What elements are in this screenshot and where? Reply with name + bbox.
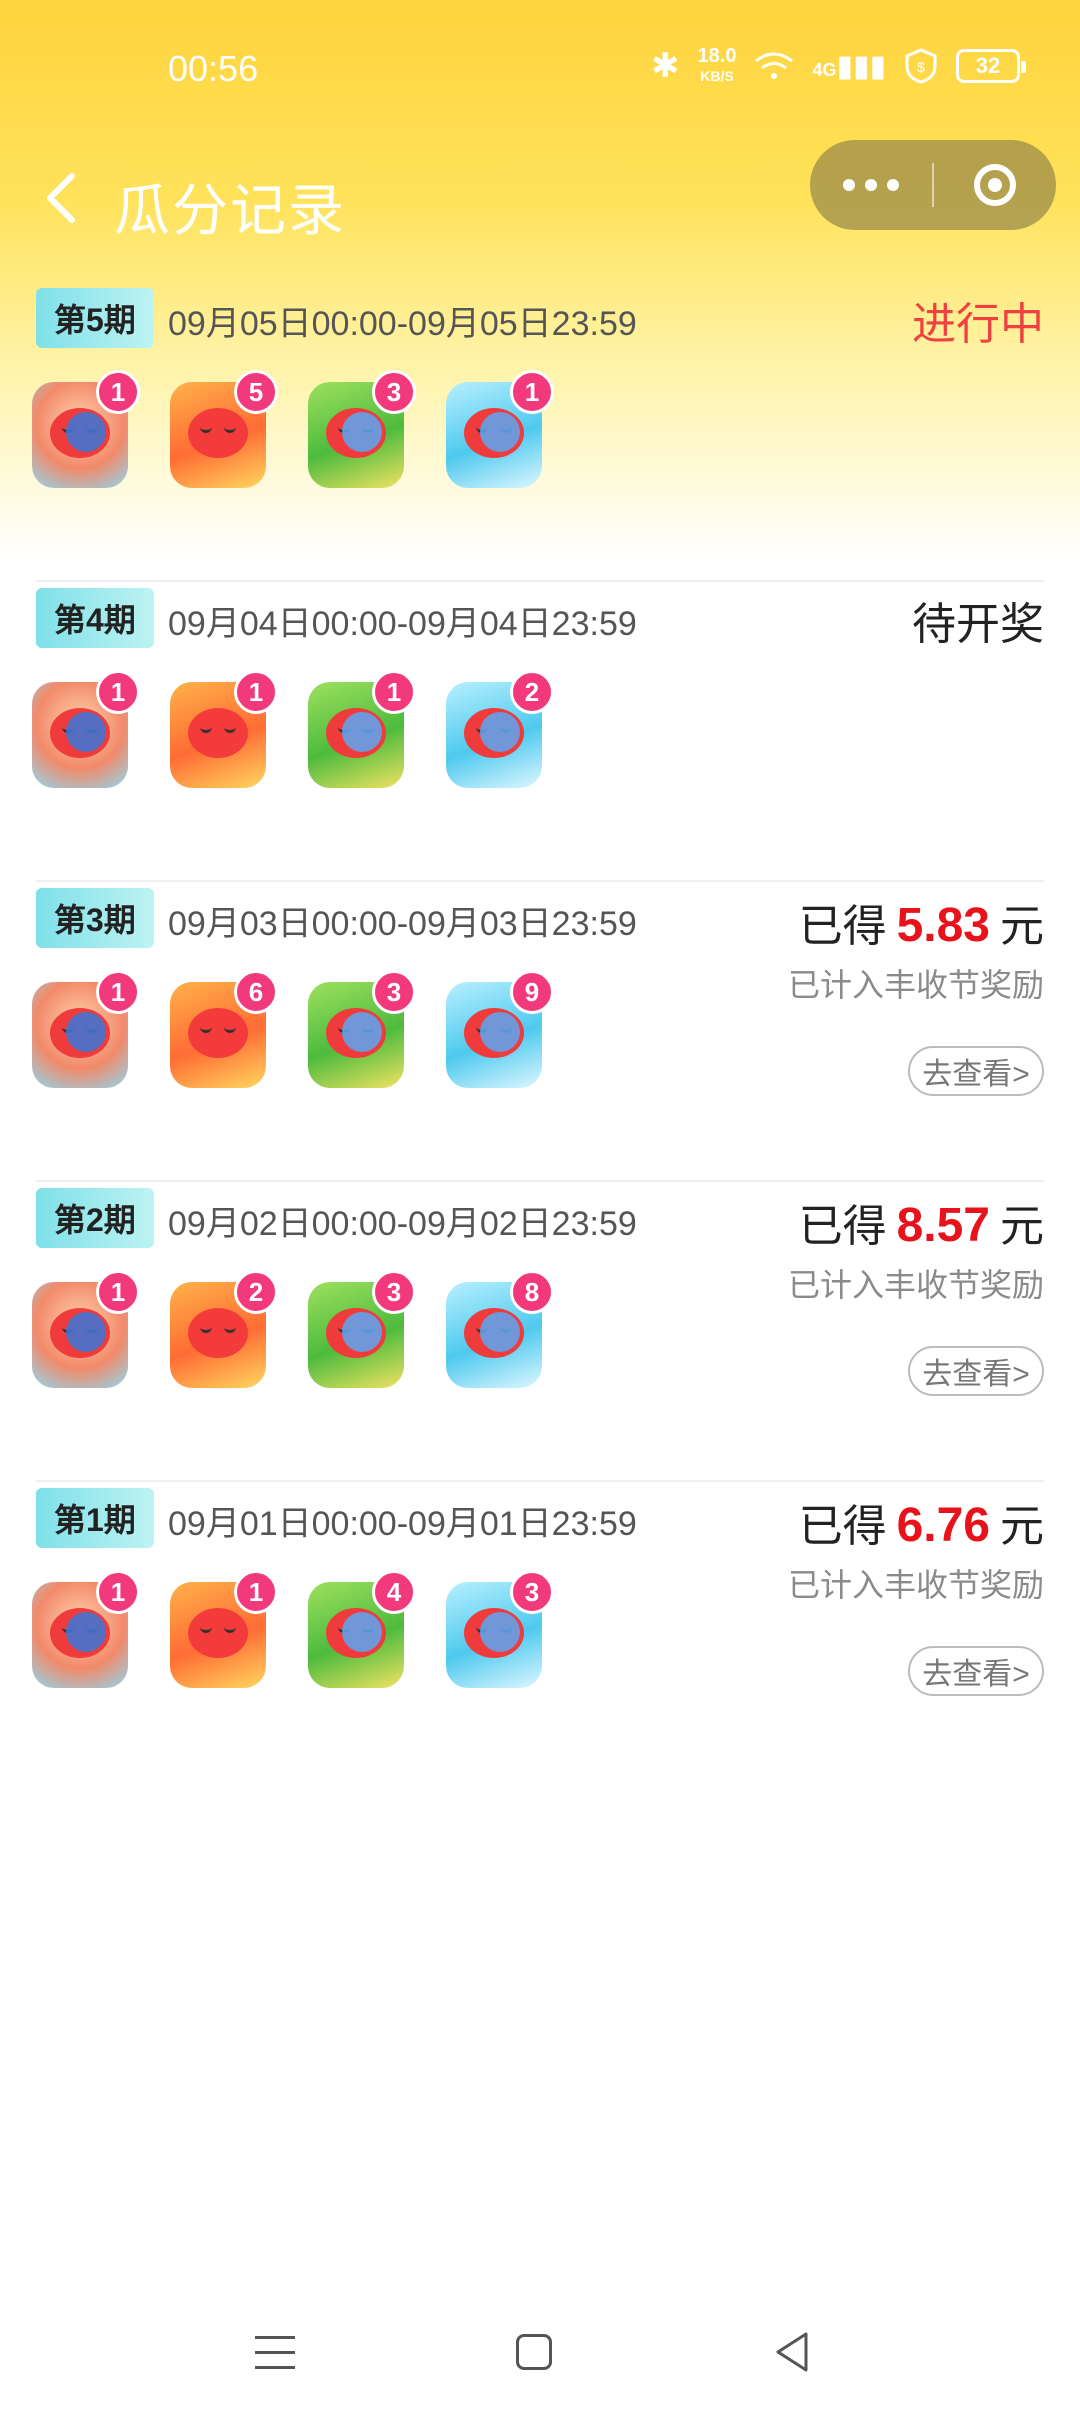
chevron-left-icon[interactable]	[34, 158, 94, 238]
amount-value: 5.83	[896, 899, 990, 952]
osmanthus-bean-icon: 1	[304, 670, 416, 792]
network-speed: 18.0 KB/S	[697, 45, 737, 84]
bean-count: 3	[372, 1270, 416, 1314]
rice-bean-icon: 1	[28, 970, 140, 1092]
menu-icon[interactable]	[255, 2336, 295, 2370]
bean-count: 8	[510, 1270, 554, 1314]
shield-icon: $	[905, 48, 937, 84]
reward-note: 已计入丰收节奖励	[787, 1267, 1044, 1303]
close-target-icon[interactable]	[934, 140, 1056, 230]
period-range: 09月04日00:00-09月04日23:59	[168, 605, 637, 643]
signal-icon: 4G▮▮▮	[812, 49, 886, 83]
period-range: 09月01日00:00-09月01日23:59	[168, 1505, 637, 1543]
system-nav-bar	[0, 2300, 1080, 2412]
rain-bean-icon: 8	[442, 1270, 554, 1392]
status-bar: 00:56 ✱ 18.0 KB/S 4G▮▮▮ $ 32	[0, 0, 1080, 140]
earned-amount: 已得 6.76 元	[798, 1499, 1044, 1552]
orange-bean-icon: 5	[166, 370, 278, 492]
bluetooth-icon: ✱	[651, 47, 680, 85]
bean-count: 1	[510, 370, 554, 414]
osmanthus-bean-icon: 3	[304, 970, 416, 1092]
back-triangle-icon[interactable]	[772, 2330, 812, 2374]
rice-bean-icon: 1	[28, 1270, 140, 1392]
orange-bean-icon: 1	[166, 670, 278, 792]
bean-count: 1	[234, 670, 278, 714]
orange-bean-icon: 2	[166, 1270, 278, 1392]
status-pending: 待开奖	[912, 600, 1044, 649]
reward-note: 已计入丰收节奖励	[787, 1567, 1044, 1603]
record-item: 第4期 09月04日00:00-09月04日23:59 待开奖 1 1 1 2	[0, 582, 1080, 882]
period-badge: 第2期	[36, 1188, 154, 1248]
bean-count: 2	[510, 670, 554, 714]
osmanthus-bean-icon: 3	[304, 1270, 416, 1392]
rain-bean-icon: 1	[442, 370, 554, 492]
bean-list: 1 1 1 2	[28, 670, 554, 792]
amount-value: 6.76	[896, 1499, 990, 1552]
osmanthus-bean-icon: 4	[304, 1570, 416, 1692]
battery-icon: 32	[956, 49, 1026, 83]
earned-amount: 已得 5.83 元	[798, 899, 1044, 952]
svg-text:$: $	[917, 59, 925, 75]
record-item: 第2期 09月02日00:00-09月02日23:59 已得 8.57 元 已计…	[0, 1182, 1080, 1482]
record-item: 第1期 09月01日00:00-09月01日23:59 已得 6.76 元 已计…	[0, 1482, 1080, 1782]
bean-count: 1	[96, 370, 140, 414]
wifi-icon	[755, 52, 794, 79]
rain-bean-icon: 3	[442, 1570, 554, 1692]
bean-count: 4	[372, 1570, 416, 1614]
bean-count: 1	[96, 1570, 140, 1614]
bean-count: 1	[372, 670, 416, 714]
record-item: 第5期 09月05日00:00-09月05日23:59 进行中 1 5 3 1	[0, 282, 1080, 582]
bean-count: 9	[510, 970, 554, 1014]
bean-count: 1	[96, 970, 140, 1014]
record-item: 第3期 09月03日00:00-09月03日23:59 已得 5.83 元 已计…	[0, 882, 1080, 1182]
reward-note: 已计入丰收节奖励	[787, 967, 1044, 1003]
bean-count: 1	[234, 1570, 278, 1614]
page-title: 瓜分记录	[114, 179, 346, 242]
view-button[interactable]: 去查看>	[908, 1046, 1044, 1096]
rice-bean-icon: 1	[28, 670, 140, 792]
bean-list: 1 2 3 8	[28, 1270, 554, 1392]
bean-count: 2	[234, 1270, 278, 1314]
home-square-icon[interactable]	[516, 2334, 552, 2370]
rain-bean-icon: 2	[442, 670, 554, 792]
mini-program-capsule	[810, 140, 1056, 230]
bean-count: 3	[372, 970, 416, 1014]
view-button[interactable]: 去查看>	[908, 1346, 1044, 1396]
bean-list: 1 5 3 1	[28, 370, 554, 492]
osmanthus-bean-icon: 3	[304, 370, 416, 492]
orange-bean-icon: 1	[166, 1570, 278, 1692]
bean-list: 1 1 4 3	[28, 1570, 554, 1692]
bean-count: 1	[96, 670, 140, 714]
period-badge: 第4期	[36, 588, 154, 648]
bean-count: 3	[510, 1570, 554, 1614]
period-range: 09月03日00:00-09月03日23:59	[168, 905, 637, 943]
bean-count: 6	[234, 970, 278, 1014]
period-badge: 第5期	[36, 288, 154, 348]
period-badge: 第1期	[36, 1488, 154, 1548]
amount-value: 8.57	[896, 1199, 990, 1252]
status-time: 00:56	[168, 48, 259, 89]
title-bar: 瓜分记录	[0, 140, 1080, 260]
status-icons: ✱ 18.0 KB/S 4G▮▮▮ $ 32	[651, 45, 1026, 86]
period-badge: 第3期	[36, 888, 154, 948]
bean-count: 5	[234, 370, 278, 414]
period-range: 09月02日00:00-09月02日23:59	[168, 1205, 637, 1243]
view-button[interactable]: 去查看>	[908, 1646, 1044, 1696]
period-range: 09月05日00:00-09月05日23:59	[168, 305, 637, 343]
records-list: 第5期 09月05日00:00-09月05日23:59 进行中 1 5 3 1 …	[0, 282, 1080, 1782]
bean-count: 3	[372, 370, 416, 414]
earned-amount: 已得 8.57 元	[798, 1199, 1044, 1252]
rice-bean-icon: 1	[28, 1570, 140, 1692]
status-ongoing: 进行中	[912, 300, 1044, 349]
rice-bean-icon: 1	[28, 370, 140, 492]
more-dots-icon[interactable]	[810, 140, 932, 230]
bean-count: 1	[96, 1270, 140, 1314]
orange-bean-icon: 6	[166, 970, 278, 1092]
rain-bean-icon: 9	[442, 970, 554, 1092]
bean-list: 1 6 3 9	[28, 970, 554, 1092]
